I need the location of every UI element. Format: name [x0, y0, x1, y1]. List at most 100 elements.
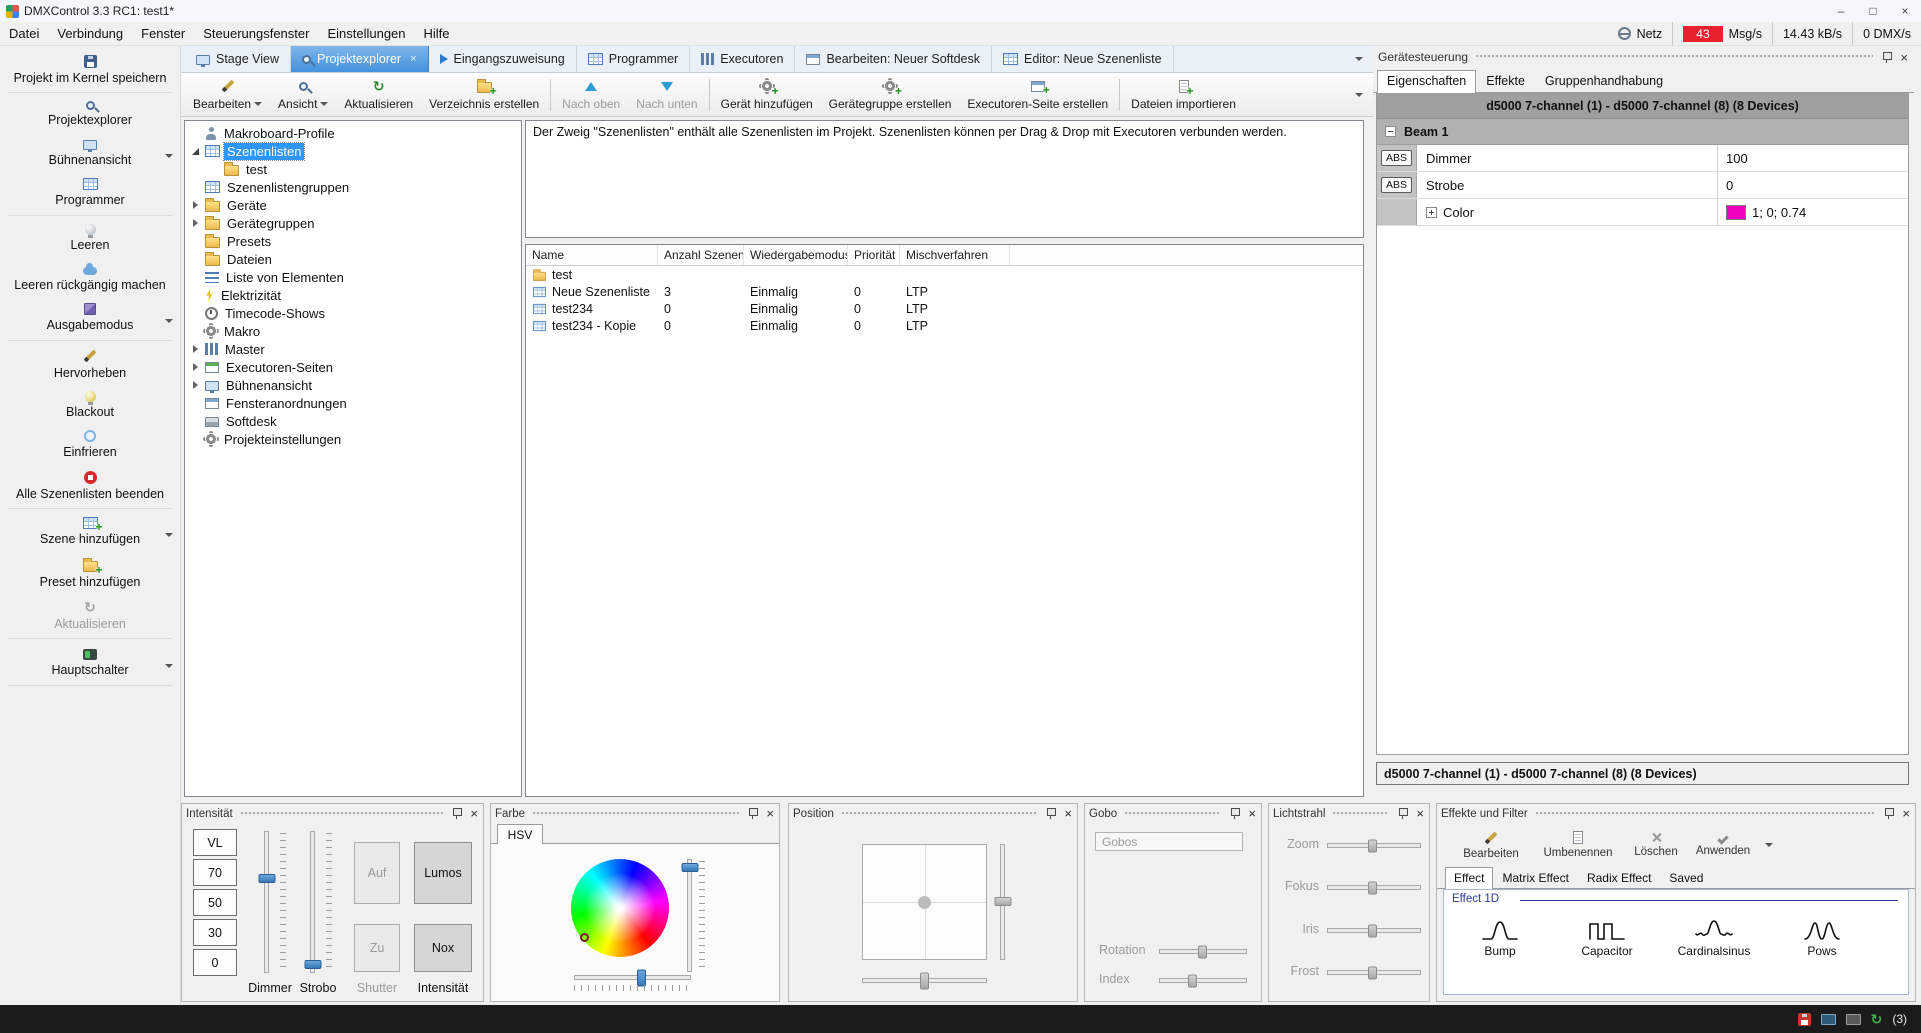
color-wheel-indicator[interactable] — [580, 933, 589, 942]
expand-arrow[interactable] — [190, 219, 201, 227]
tree-item-test[interactable]: test — [185, 160, 521, 178]
expand-arrow[interactable] — [190, 345, 201, 353]
sidebar-item-ausgabemodus[interactable]: Ausgabemodus — [0, 297, 180, 337]
tree-item-softdesk[interactable]: Softdesk — [185, 412, 521, 430]
toolbar-ansicht-button[interactable]: Ansicht — [270, 75, 336, 115]
column-header-wiedergabemodus[interactable]: Wiedergabemodus — [744, 245, 848, 265]
sidebar-item-alle-szenenlisten-beenden[interactable]: Alle Szenenlisten beenden — [0, 465, 180, 506]
sync-icon[interactable]: ↻ — [1871, 1012, 1883, 1026]
toolbar-aktualisieren-button[interactable]: ↻ Aktualisieren — [336, 75, 421, 115]
effect-cardinalsinus[interactable]: Cardinalsinus — [1666, 918, 1762, 958]
tree-item-szenenlisten[interactable]: Szenenlisten — [185, 142, 521, 160]
collapse-icon[interactable] — [1385, 126, 1396, 137]
pin-icon[interactable] — [1883, 807, 1895, 820]
tab-softdesk[interactable]: Bearbeiten: Neuer Softdesk — [795, 46, 992, 72]
chevron-down-icon[interactable] — [165, 319, 173, 323]
tree-item-timecode-shows[interactable]: Timecode-Shows — [185, 304, 521, 322]
tree-item-makro[interactable]: Makro — [185, 322, 521, 340]
preset-50-button[interactable]: 50 — [193, 889, 237, 916]
hue-slider[interactable] — [574, 975, 691, 980]
close-icon[interactable]: × — [1415, 807, 1425, 820]
sidebar-item-preset-hinzufuegen[interactable]: Preset hinzufügen — [0, 552, 180, 594]
tree-item-geraetegruppen[interactable]: Gerätegruppen — [185, 214, 521, 232]
pin-icon[interactable] — [747, 807, 759, 820]
dimmer-slider[interactable] — [264, 831, 269, 973]
chevron-down-icon[interactable] — [1765, 843, 1773, 847]
chevron-down-icon[interactable] — [165, 533, 173, 537]
menu-hilfe[interactable]: Hilfe — [415, 23, 459, 44]
tab-saved[interactable]: Saved — [1660, 867, 1712, 888]
tab-stage-view[interactable]: Stage View — [185, 46, 291, 72]
preset-0-button[interactable]: 0 — [193, 949, 237, 976]
tab-executoren[interactable]: Executoren — [690, 46, 795, 72]
fokus-slider-handle[interactable] — [1368, 881, 1377, 894]
column-header-anzahl-szenen[interactable]: Anzahl Szenen — [658, 245, 744, 265]
toolbar-geraet-hinzufuegen-button[interactable]: Gerät hinzufügen — [713, 75, 821, 115]
preset-30-button[interactable]: 30 — [193, 919, 237, 946]
value-slider-handle[interactable] — [681, 863, 698, 872]
index-slider[interactable] — [1159, 978, 1247, 983]
monitor-icon[interactable] — [1821, 1014, 1836, 1025]
strobo-slider[interactable] — [310, 831, 315, 973]
sidebar-item-einfrieren[interactable]: Einfrieren — [0, 424, 180, 464]
sidebar-item-programmer[interactable]: Programmer — [0, 172, 180, 212]
tilt-slider-handle[interactable] — [994, 897, 1011, 906]
grip-handle[interactable] — [1333, 812, 1389, 816]
tab-radix-effect[interactable]: Radix Effect — [1578, 867, 1660, 888]
color-swatch[interactable] — [1726, 205, 1746, 220]
close-icon[interactable]: × — [1063, 807, 1073, 820]
tab-matrix-effect[interactable]: Matrix Effect — [1493, 867, 1577, 888]
fokus-slider[interactable] — [1327, 885, 1421, 890]
expand-arrow[interactable] — [190, 201, 201, 209]
preset-vl-button[interactable]: VL — [193, 829, 237, 856]
tree-item-szenenlistengruppen[interactable]: Szenenlistengruppen — [185, 178, 521, 196]
rotation-slider[interactable] — [1159, 949, 1247, 954]
grip-handle[interactable] — [1536, 812, 1876, 816]
grip-handle[interactable] — [1125, 812, 1221, 816]
dimmer-slider-handle[interactable] — [258, 874, 275, 883]
column-header-name[interactable]: Name — [526, 245, 658, 265]
strobo-slider-handle[interactable] — [304, 960, 321, 969]
effect-pows[interactable]: Pows — [1774, 918, 1870, 958]
tab-szenenliste-editor[interactable]: Editor: Neue Szenenliste — [992, 46, 1174, 72]
grip-handle[interactable] — [842, 812, 1037, 816]
sidebar-item-leeren-rueckgaengig[interactable]: Leeren rückgängig machen — [0, 257, 180, 297]
menu-steuerungsfenster[interactable]: Steuerungsfenster — [194, 23, 318, 44]
sidebar-item-szene-hinzufuegen[interactable]: Szene hinzufügen — [0, 511, 180, 551]
toolbar-overflow-icon[interactable] — [1355, 93, 1363, 97]
tab-overflow-icon[interactable] — [1355, 57, 1363, 61]
tab-hsv[interactable]: HSV — [497, 824, 543, 845]
toolbar-dateien-importieren-button[interactable]: Dateien importieren — [1123, 75, 1244, 115]
close-icon[interactable]: × — [765, 807, 775, 820]
value-slider[interactable] — [687, 859, 692, 972]
effects-loeschen-button[interactable]: Löschen — [1627, 826, 1685, 864]
effects-bearbeiten-button[interactable]: Bearbeiten — [1453, 826, 1529, 864]
tab-effekte[interactable]: Effekte — [1476, 70, 1535, 92]
tab-eigenschaften[interactable]: Eigenschaften — [1377, 70, 1476, 93]
minimize-button[interactable]: – — [1825, 0, 1857, 22]
tree-item-projekteinstellungen[interactable]: Projekteinstellungen — [185, 430, 521, 448]
sidebar-item-buehnenansicht[interactable]: Bühnenansicht — [0, 133, 180, 172]
color-wheel[interactable] — [571, 859, 669, 957]
tab-projektexplorer[interactable]: Projektexplorer × — [291, 46, 429, 72]
tree-item-buehnenansicht[interactable]: Bühnenansicht — [185, 376, 521, 394]
tree-item-dateien[interactable]: Dateien — [185, 250, 521, 268]
tab-gruppenhandhabung[interactable]: Gruppenhandhabung — [1535, 70, 1673, 92]
tab-eingangszuweisung[interactable]: Eingangszuweisung — [429, 46, 577, 72]
sidebar-item-projekt-speichern[interactable]: Projekt im Kernel speichern — [0, 49, 180, 90]
zoom-slider-handle[interactable] — [1368, 839, 1377, 852]
rotation-slider-handle[interactable] — [1198, 945, 1207, 958]
grip-handle[interactable] — [1476, 55, 1873, 59]
nox-button[interactable]: Nox — [414, 924, 472, 972]
abs-mode-button[interactable]: ABS — [1381, 177, 1412, 193]
tree-item-makroboard-profile[interactable]: Makroboard-Profile — [185, 124, 521, 142]
beam-group-row[interactable]: Beam 1 — [1377, 119, 1908, 145]
tab-programmer[interactable]: Programmer — [577, 46, 690, 72]
tree-item-elektrizitaet[interactable]: Elektrizität — [185, 286, 521, 304]
sidebar-item-projektexplorer[interactable]: Projektexplorer — [0, 95, 180, 132]
effect-bump[interactable]: Bump — [1452, 918, 1548, 958]
column-header-prioritaet[interactable]: Priorität — [848, 245, 900, 265]
close-tab-icon[interactable]: × — [410, 53, 416, 65]
pin-icon[interactable] — [1045, 807, 1057, 820]
table-row[interactable]: test — [526, 266, 1363, 283]
